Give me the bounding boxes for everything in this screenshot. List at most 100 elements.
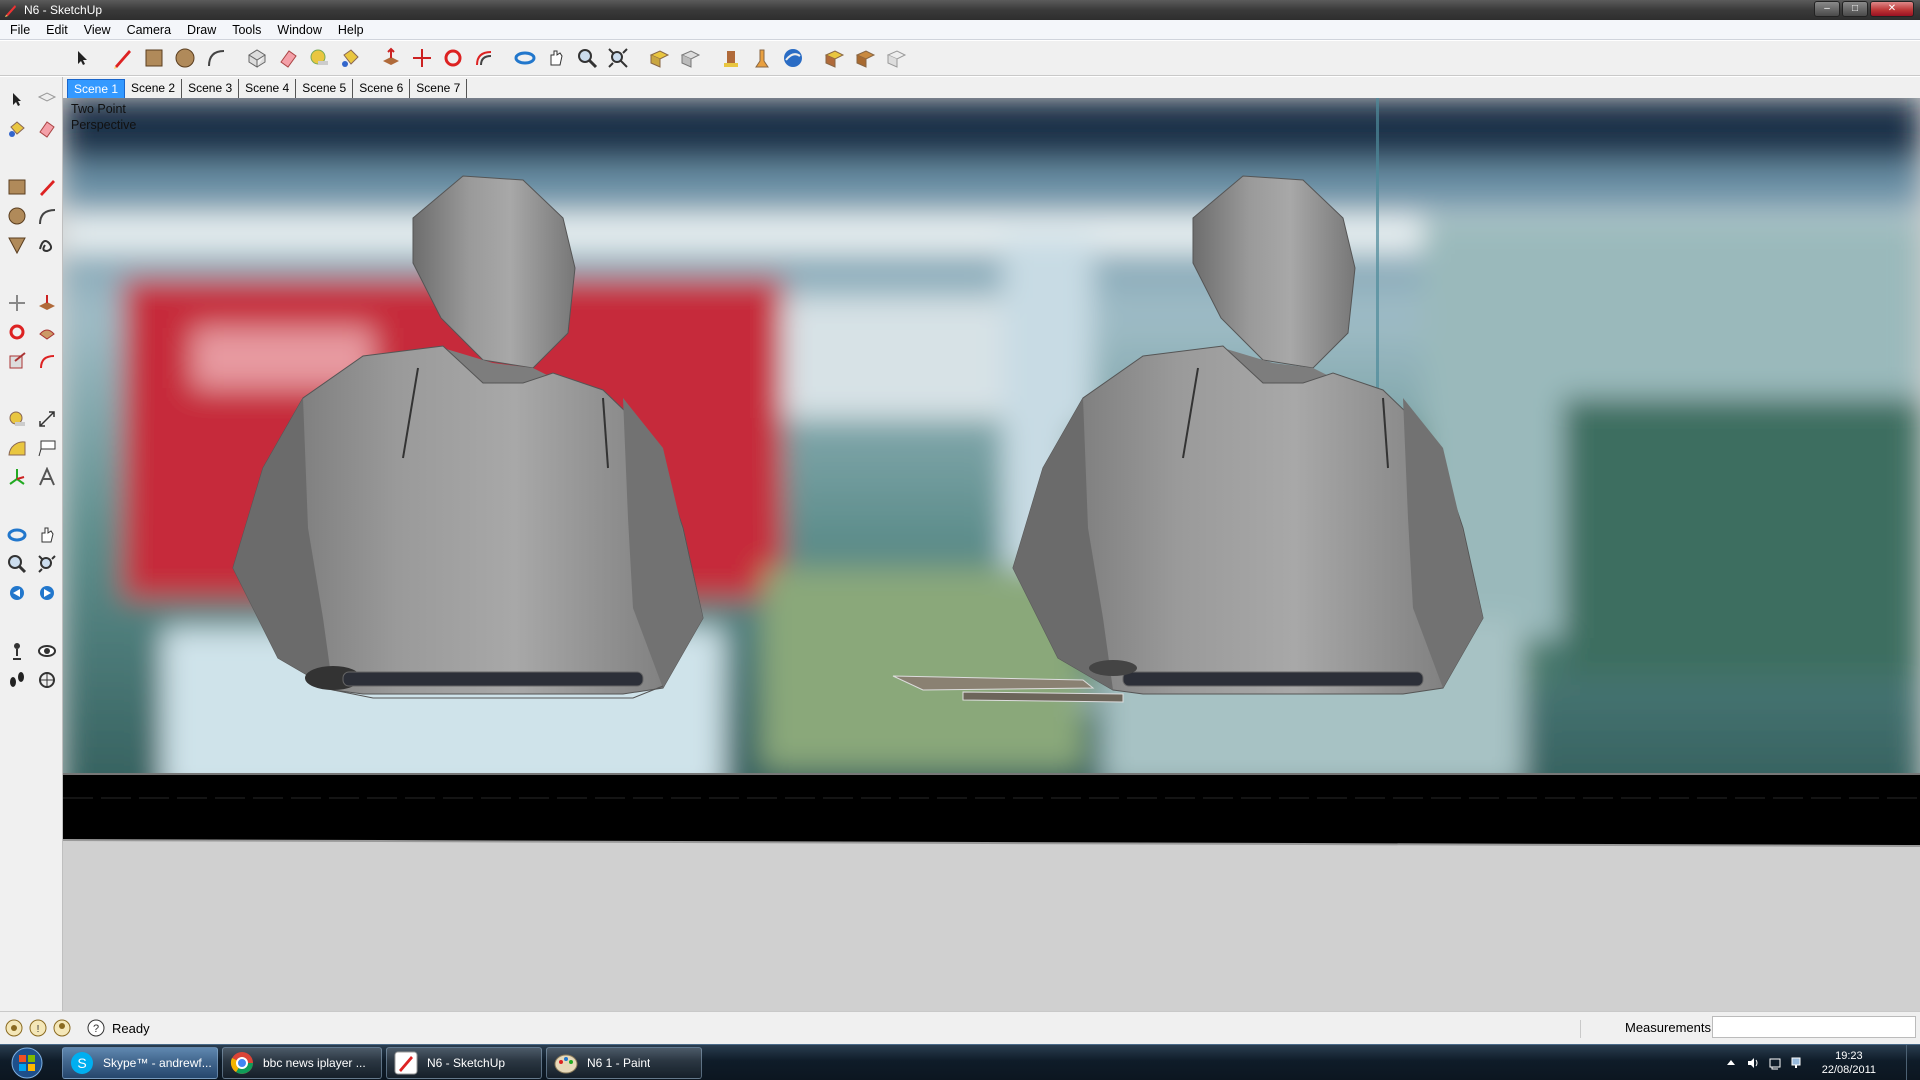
text-tool-icon[interactable] (32, 433, 62, 462)
maximize-button[interactable]: □ (1842, 1, 1868, 17)
offset-tool-icon[interactable] (32, 346, 62, 375)
title-bar: N6 - SketchUp – □ ✕ (0, 0, 1920, 20)
menu-tools[interactable]: Tools (224, 20, 269, 40)
get-models-icon[interactable] (645, 44, 673, 72)
measurements-input[interactable] (1712, 1016, 1916, 1038)
user-account-icon[interactable] (52, 1018, 72, 1038)
next-view-tool-icon[interactable] (32, 578, 62, 607)
arc-icon[interactable] (202, 44, 230, 72)
svg-text:?: ? (93, 1023, 99, 1035)
menu-bar: File Edit View Camera Draw Tools Window … (0, 20, 1920, 40)
move-icon[interactable] (408, 44, 436, 72)
show-hidden-icons-icon[interactable] (1724, 1056, 1738, 1070)
share-model-icon[interactable] (676, 44, 704, 72)
share-component-icon[interactable] (820, 44, 848, 72)
rotate-tool-icon[interactable] (2, 317, 32, 346)
tab-scene-7[interactable]: Scene 7 (410, 79, 468, 98)
pan-tool-icon[interactable] (32, 520, 62, 549)
menu-file[interactable]: File (2, 20, 38, 40)
follow-me-tool-icon[interactable] (32, 317, 62, 346)
svg-text:S: S (77, 1055, 86, 1071)
tab-scene-2[interactable]: Scene 2 (125, 79, 183, 98)
action-center-icon[interactable] (1768, 1056, 1782, 1070)
volume-icon[interactable] (1746, 1056, 1760, 1070)
select-tool-icon[interactable] (2, 85, 32, 114)
orbit-tool-icon[interactable] (2, 520, 32, 549)
menu-edit[interactable]: Edit (38, 20, 76, 40)
rectangle-tool-icon[interactable] (2, 172, 32, 201)
push-pull-tool-icon[interactable] (32, 288, 62, 317)
minimize-button[interactable]: – (1814, 1, 1840, 17)
circle-icon[interactable] (171, 44, 199, 72)
make-component-icon[interactable] (243, 44, 271, 72)
axes-tool-icon[interactable] (2, 462, 32, 491)
eraser-icon[interactable] (274, 44, 302, 72)
add-location-icon[interactable] (748, 44, 776, 72)
tape-measure-icon[interactable] (305, 44, 333, 72)
menu-draw[interactable]: Draw (179, 20, 224, 40)
make-component-tool-icon[interactable] (32, 85, 62, 114)
offset-icon[interactable] (470, 44, 498, 72)
get-photo-texture-icon[interactable] (717, 44, 745, 72)
menu-camera[interactable]: Camera (119, 20, 179, 40)
zoom-tool-icon[interactable] (2, 549, 32, 578)
menu-window[interactable]: Window (269, 20, 329, 40)
taskbar-item-skype[interactable]: S Skype™ - andrewf... (62, 1047, 218, 1079)
orbit-icon[interactable] (511, 44, 539, 72)
camera-perspective-label: Two Point Perspective (71, 101, 136, 133)
section-plane-tool-icon[interactable] (32, 665, 62, 694)
clock[interactable]: 19:23 22/08/2011 (1822, 1049, 1876, 1077)
taskbar-item-paint[interactable]: N6 1 - Paint (546, 1047, 702, 1079)
paint-bucket-icon[interactable] (336, 44, 364, 72)
close-button[interactable]: ✕ (1870, 1, 1914, 17)
tab-scene-4[interactable]: Scene 4 (239, 79, 297, 98)
taskbar: S Skype™ - andrewf... bbc news iplayer .… (0, 1044, 1920, 1080)
paint-bucket-tool-icon[interactable] (2, 114, 32, 143)
show-desktop-button[interactable] (1906, 1045, 1920, 1080)
start-button[interactable] (4, 1046, 50, 1080)
tab-scene-6[interactable]: Scene 6 (353, 79, 411, 98)
freehand-tool-icon[interactable] (32, 230, 62, 259)
model-viewport[interactable]: Two Point Perspective (63, 98, 1920, 1011)
component-browser-icon[interactable] (851, 44, 879, 72)
protractor-tool-icon[interactable] (2, 433, 32, 462)
menu-view[interactable]: View (76, 20, 119, 40)
zoom-extents-icon[interactable] (604, 44, 632, 72)
polygon-tool-icon[interactable] (2, 230, 32, 259)
tab-scene-3[interactable]: Scene 3 (182, 79, 240, 98)
line-tool-icon[interactable] (32, 172, 62, 201)
google-earth-icon[interactable] (779, 44, 807, 72)
menu-help[interactable]: Help (330, 20, 372, 40)
eraser-tool-icon[interactable] (32, 114, 62, 143)
select-icon[interactable] (68, 44, 96, 72)
skype-icon: S (71, 1052, 93, 1074)
pan-icon[interactable] (542, 44, 570, 72)
push-pull-icon[interactable] (377, 44, 405, 72)
network-icon[interactable] (1790, 1056, 1804, 1070)
previous-view-tool-icon[interactable] (2, 578, 32, 607)
move-tool-icon[interactable] (2, 288, 32, 317)
zoom-window-tool-icon[interactable] (32, 549, 62, 578)
tab-scene-1[interactable]: Scene 1 (67, 79, 126, 98)
status-bar: ! ? Ready Measurements (0, 1011, 1920, 1044)
pencil-line-icon[interactable] (109, 44, 137, 72)
rectangle-icon[interactable] (140, 44, 168, 72)
zoom-icon[interactable] (573, 44, 601, 72)
arc-tool-icon[interactable] (32, 201, 62, 230)
look-around-tool-icon[interactable] (32, 636, 62, 665)
rotate-icon[interactable] (439, 44, 467, 72)
walk-tool-icon[interactable] (2, 665, 32, 694)
dimension-tool-icon[interactable] (32, 404, 62, 433)
tape-measure-tool-icon[interactable] (2, 404, 32, 433)
3d-text-tool-icon[interactable] (32, 462, 62, 491)
3d-warehouse-icon[interactable] (882, 44, 910, 72)
circle-tool-icon[interactable] (2, 201, 32, 230)
help-icon[interactable]: ? (86, 1018, 106, 1038)
taskbar-item-chrome[interactable]: bbc news iplayer ... (222, 1047, 382, 1079)
tab-scene-5[interactable]: Scene 5 (296, 79, 354, 98)
position-camera-tool-icon[interactable] (2, 636, 32, 665)
geo-location-icon[interactable] (4, 1018, 24, 1038)
scale-tool-icon[interactable] (2, 346, 32, 375)
taskbar-item-sketchup[interactable]: N6 - SketchUp (386, 1047, 542, 1079)
credits-icon[interactable]: ! (28, 1018, 48, 1038)
